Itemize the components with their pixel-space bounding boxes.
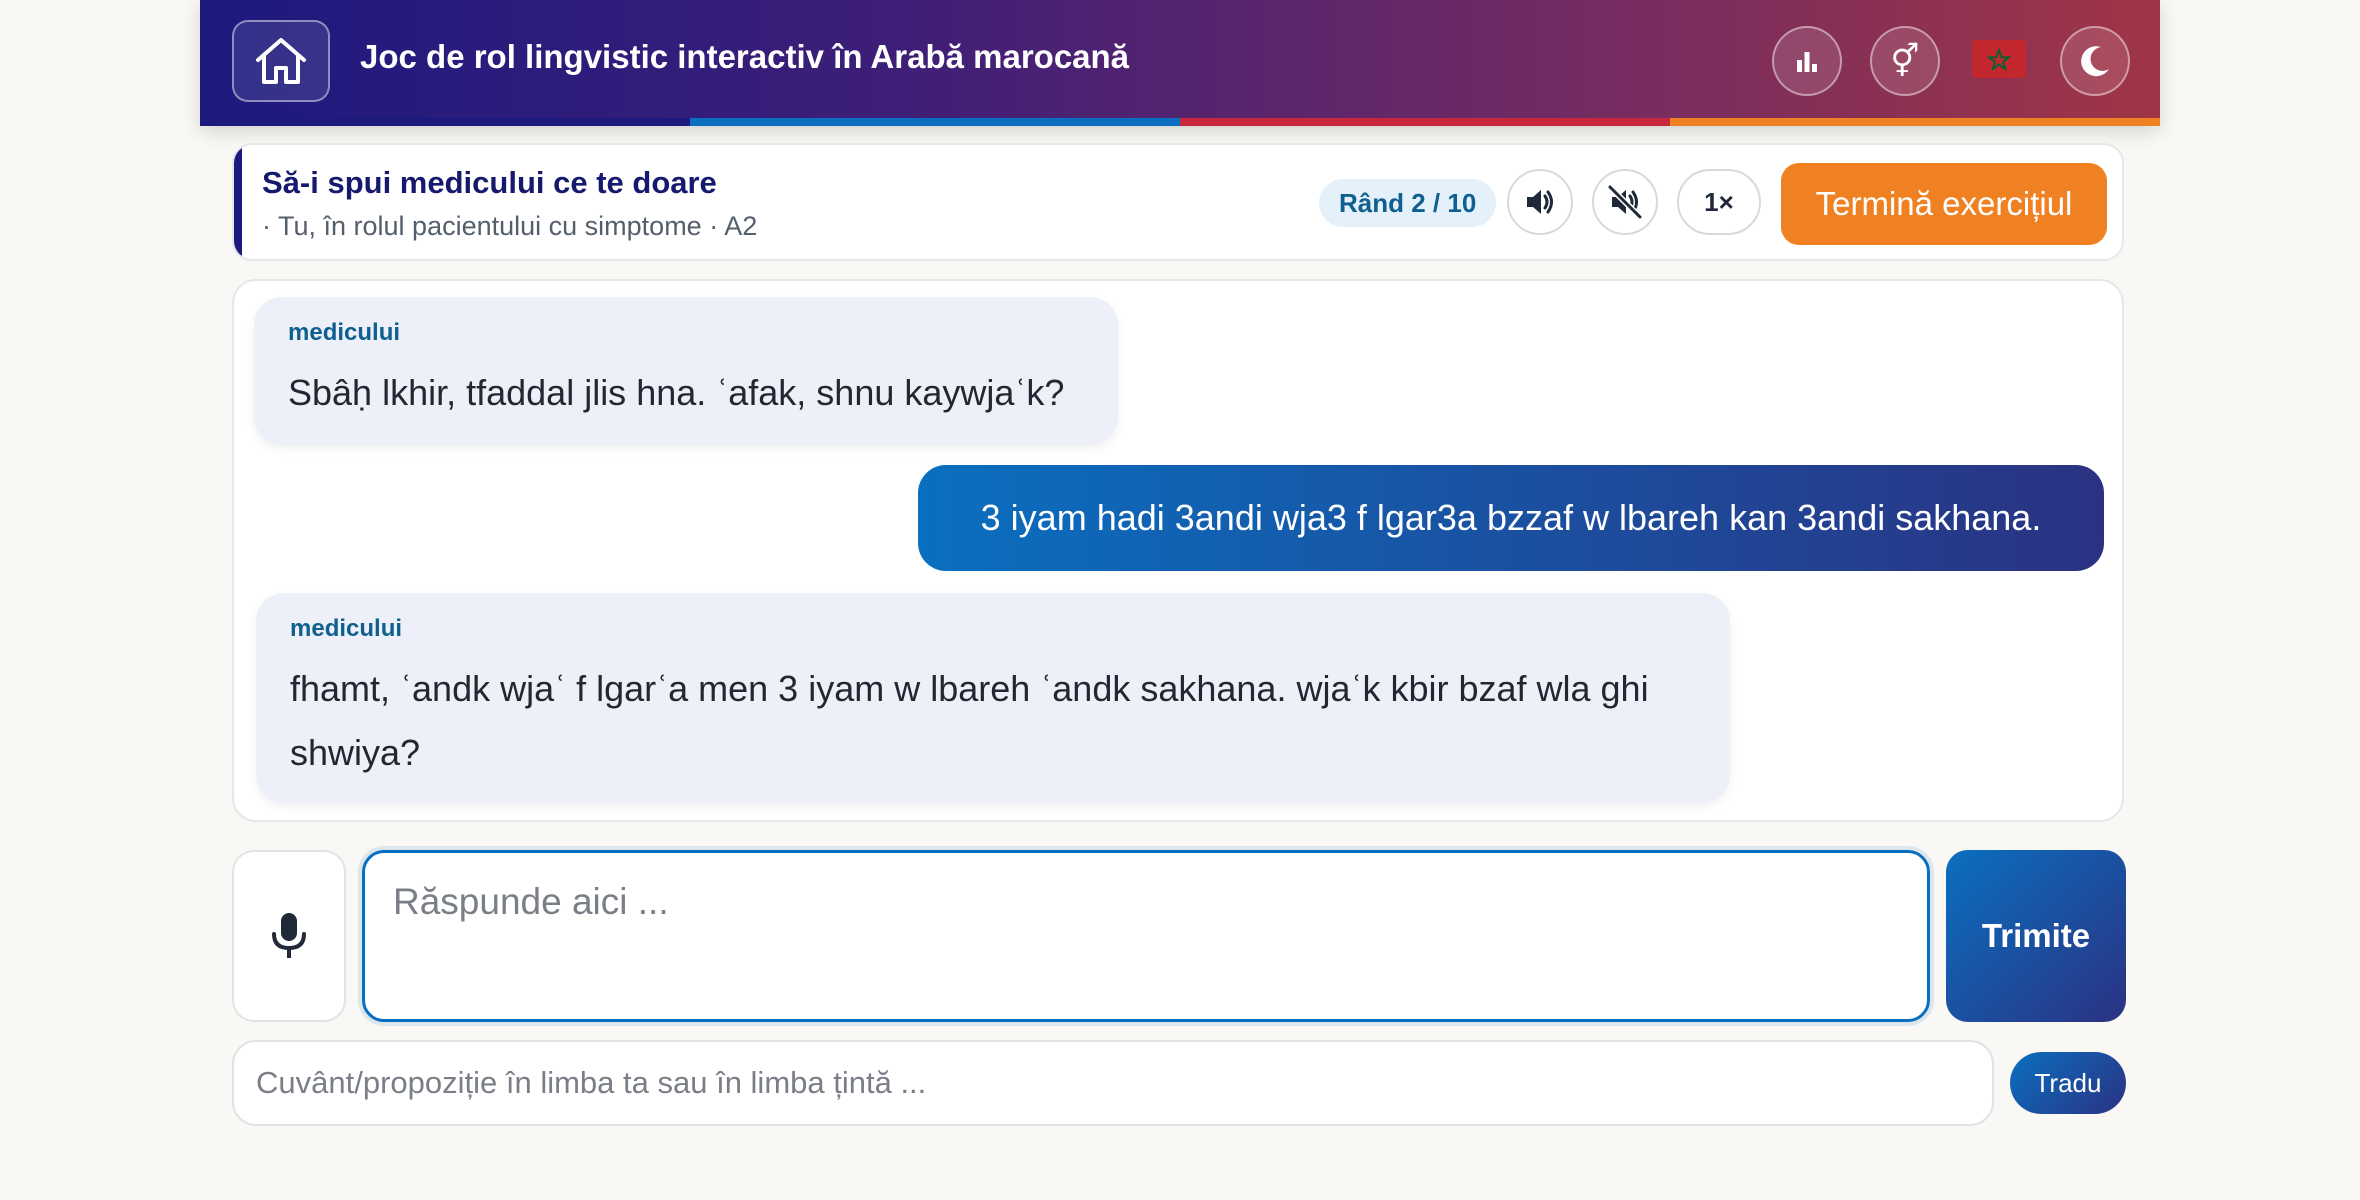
progress-stripe-1 [200,118,690,126]
morocco-flag-icon [1987,47,2011,71]
speaker-icon [1527,190,1553,214]
finish-exercise-button[interactable]: Termină exercițiul [1781,163,2107,245]
playback-speed-button[interactable]: 1× [1677,169,1761,235]
microphone-icon [272,913,306,958]
app-header: Joc de rol lingvistic interactiv în Arab… [200,0,2160,126]
microphone-button[interactable] [232,850,346,1022]
send-button[interactable]: Trimite [1946,850,2126,1022]
user-message: 3 iyam hadi 3andi wja3 f lgar3a bzzaf w … [918,465,2104,571]
stats-button[interactable] [1772,26,1842,96]
progress-stripe-2 [690,118,1180,126]
mute-button[interactable] [1592,169,1658,235]
gender-button[interactable]: ⚥ [1870,26,1940,96]
bot-message: medicului Sbâḥ lkhir, tfaddal jlis hna. … [254,297,1118,445]
scenario-subtitle: · Tu, în rolul pacientului cu simptome ·… [262,211,758,241]
app-title: Joc de rol lingvistic interactiv în Arab… [360,38,1130,75]
chat-panel: medicului Sbâḥ lkhir, tfaddal jlis hna. … [232,279,2124,822]
round-badge: Rând 2 / 10 [1319,179,1497,227]
language-flag-button[interactable] [1972,40,2026,78]
message-speaker: medicului [288,319,401,346]
play-audio-button[interactable] [1507,169,1573,235]
scenario-card: Să-i spui medicului ce te doare · Tu, în… [232,143,2124,261]
translate-input[interactable] [232,1040,1994,1126]
moon-icon [2081,46,2109,77]
speaker-muted-icon [1607,184,1643,220]
gender-icon: ⚥ [1890,43,1920,79]
theme-toggle-button[interactable] [2060,26,2130,96]
progress-stripe-4 [1670,118,2160,126]
reply-input[interactable] [362,850,1930,1022]
progress-stripe-3 [1180,118,1670,126]
scenario-title: Să-i spui medicului ce te doare [262,165,717,200]
bot-message: medicului fhamt, ʿandk wjaʿ f lgarʿa men… [256,593,1730,803]
home-icon [256,38,306,84]
bar-chart-icon [1797,52,1817,72]
message-speaker: medicului [290,615,403,642]
message-text: Sbâḥ lkhir, tfaddal jlis hna. ʿafak, shn… [288,372,1065,413]
message-text: fhamt, ʿandk wjaʿ f lgarʿa men 3 iyam w … [290,668,1649,773]
translate-button[interactable]: Tradu [2010,1052,2126,1114]
home-button[interactable] [232,20,330,102]
